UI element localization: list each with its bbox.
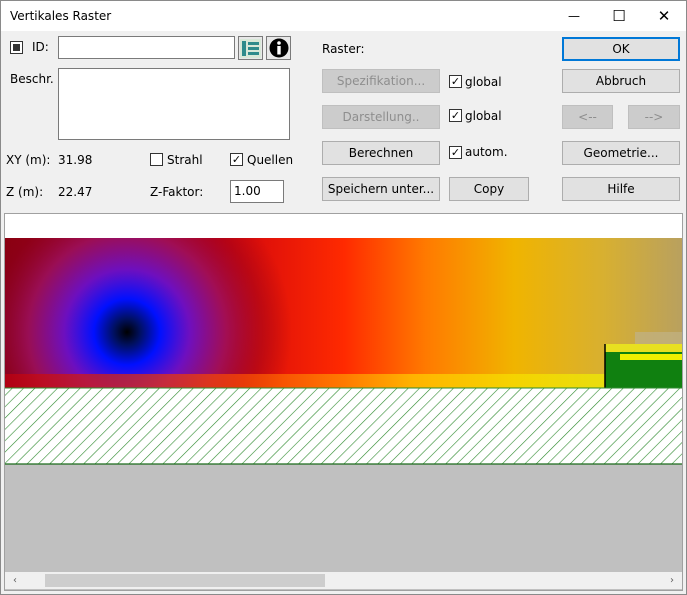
prev-button[interactable]: <-- [562, 105, 613, 129]
window-title: Vertikales Raster [10, 9, 112, 23]
id-label: ID: [32, 40, 49, 54]
vertical-raster-image [5, 214, 682, 590]
spezifikation-button[interactable]: Spezifikation... [322, 69, 440, 93]
list-tree-icon [240, 38, 261, 58]
description-label: Beschr. [10, 72, 54, 86]
z-label: Z (m): [6, 185, 44, 199]
id-input[interactable] [58, 36, 235, 59]
info-button[interactable] [266, 36, 291, 60]
copy-button[interactable]: Copy [449, 177, 529, 201]
close-button[interactable]: ✕ [641, 1, 687, 31]
scroll-right-icon[interactable]: › [664, 573, 680, 588]
strahl-label: Strahl [167, 153, 203, 167]
darstellung-button[interactable]: Darstellung.. [322, 105, 440, 129]
global-darstellung-checkbox[interactable]: ✓ [449, 109, 462, 122]
hilfe-button[interactable]: Hilfe [562, 177, 680, 201]
next-button[interactable]: --> [628, 105, 680, 129]
minimize-icon: — [568, 9, 580, 23]
maximize-icon: ☐ [612, 7, 626, 25]
info-icon [269, 38, 288, 58]
zfaktor-input[interactable]: 1.00 [230, 180, 284, 203]
close-icon: ✕ [657, 7, 671, 25]
geometrie-button[interactable]: Geometrie... [562, 141, 680, 165]
raster-view[interactable] [4, 213, 683, 591]
autom-label: autom. [465, 145, 508, 159]
scroll-left-icon[interactable]: ‹ [7, 573, 23, 588]
abbruch-button[interactable]: Abbruch [562, 69, 680, 93]
minimize-button[interactable]: — [551, 1, 597, 31]
list-tree-button[interactable] [238, 36, 263, 60]
quellen-checkbox[interactable]: ✓ [230, 153, 243, 166]
id-checkbox[interactable] [10, 41, 23, 54]
z-value: 22.47 [58, 185, 93, 199]
strahl-checkbox[interactable] [150, 153, 163, 166]
title-bar: Vertikales Raster — ☐ ✕ [1, 1, 686, 31]
horizontal-scrollbar[interactable]: ‹ › [5, 572, 682, 589]
ok-button[interactable]: OK [562, 37, 680, 61]
speichern-unter-button[interactable]: Speichern unter... [322, 177, 440, 201]
xy-value: 31.98 [58, 153, 93, 167]
scroll-thumb[interactable] [45, 574, 325, 587]
quellen-label: Quellen [247, 153, 294, 167]
dialog-window: Vertikales Raster — ☐ ✕ ID: Beschr. XY (… [0, 0, 687, 595]
berechnen-button[interactable]: Berechnen [322, 141, 440, 165]
global-darstellung-label: global [465, 109, 502, 123]
maximize-button[interactable]: ☐ [596, 1, 642, 31]
zfaktor-label: Z-Faktor: [150, 185, 204, 199]
description-textarea[interactable] [58, 68, 290, 140]
raster-heading: Raster: [322, 42, 365, 56]
xy-label: XY (m): [6, 153, 51, 167]
autom-checkbox[interactable]: ✓ [449, 146, 462, 159]
global-spezifikation-label: global [465, 75, 502, 89]
global-spezifikation-checkbox[interactable]: ✓ [449, 75, 462, 88]
